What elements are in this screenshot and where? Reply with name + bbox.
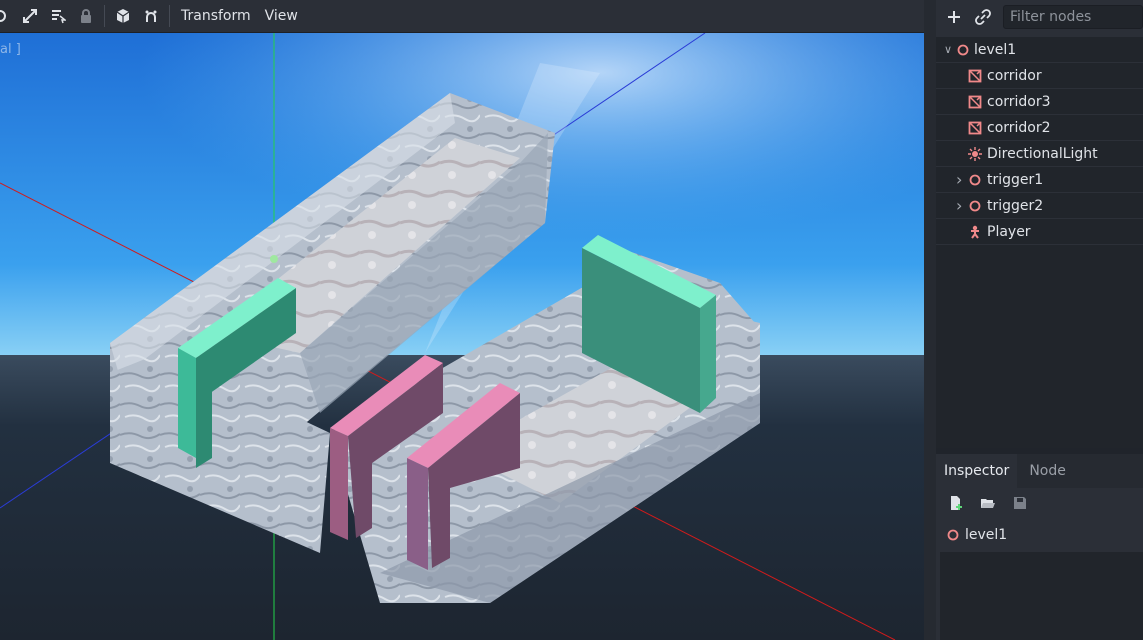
snap-icon: [145, 10, 157, 22]
mesh-instance-icon: [968, 121, 982, 135]
scale-tool-button[interactable]: [16, 2, 44, 30]
inspector-dock: Inspector Node level1: [936, 454, 1143, 640]
tree-item-label: Player: [987, 223, 1031, 240]
load-resource-button[interactable]: [972, 489, 1004, 517]
tree-item-player[interactable]: Player: [936, 219, 1143, 245]
tab-node[interactable]: Node: [1017, 454, 1074, 488]
view-menu[interactable]: View: [258, 0, 305, 33]
transform-menu[interactable]: Transform: [174, 0, 258, 33]
snap-button[interactable]: [137, 2, 165, 30]
tree-item-directionallight[interactable]: DirectionalLight: [936, 141, 1143, 167]
tab-inspector[interactable]: Inspector: [936, 454, 1018, 488]
toolbar-separator: [104, 5, 105, 27]
inspector-tabs: Inspector Node: [936, 454, 1143, 488]
add-node-button[interactable]: [940, 3, 969, 31]
light-icon: [968, 146, 982, 161]
lock-icon: [81, 9, 91, 23]
chevron-right-icon[interactable]: ›: [956, 170, 966, 189]
save-icon: [1014, 497, 1026, 509]
node-circle-icon: [968, 199, 982, 213]
view-mode-label[interactable]: al ]: [0, 42, 21, 57]
tree-item-label: level1: [974, 41, 1017, 58]
link-icon: [974, 8, 991, 25]
filter-nodes-input[interactable]: [1003, 4, 1143, 29]
instance-scene-button[interactable]: [969, 3, 998, 31]
toolbar-separator: [169, 5, 170, 27]
new-resource-icon: [951, 496, 962, 510]
inspector-properties: [940, 552, 1143, 640]
local-space-button[interactable]: [109, 2, 137, 30]
tree-item-label: corridor2: [987, 119, 1051, 136]
tree-item-corridor2[interactable]: corridor2: [936, 115, 1143, 141]
scale-icon: [23, 9, 37, 23]
rotate-tool-button[interactable]: [0, 2, 12, 30]
tree-item-level1[interactable]: ∨ level1: [936, 37, 1143, 63]
mesh-instance-icon: [968, 69, 982, 83]
open-folder-icon: [981, 499, 995, 508]
player-icon: [968, 225, 982, 239]
dock-splitter[interactable]: [924, 0, 936, 640]
tree-item-label: corridor: [987, 67, 1042, 84]
scene-tree: ∨ level1 corridor corridor3 corridor2 Directi…: [936, 37, 1143, 448]
rotate-icon: [0, 10, 6, 22]
tree-item-corridor3[interactable]: corridor3: [936, 89, 1143, 115]
plus-icon: [948, 10, 961, 23]
3d-viewport[interactable]: al ]: [0, 33, 924, 640]
scene-dock: ∨ level1 corridor corridor3 corridor2 Directi…: [936, 0, 1143, 448]
node-circle-icon: [946, 528, 960, 542]
tree-item-trigger2[interactable]: › trigger2: [936, 193, 1143, 219]
viewport-toolbar: Transform View: [0, 0, 924, 33]
list-select-icon: [52, 10, 66, 24]
inspected-object[interactable]: level1: [936, 518, 1143, 552]
chevron-down-icon[interactable]: ∨: [944, 43, 954, 56]
chevron-right-icon[interactable]: ›: [956, 196, 966, 215]
player-gizmo[interactable]: [270, 255, 278, 263]
scene-toolbar: [936, 0, 1143, 33]
tree-item-label: trigger1: [987, 171, 1044, 188]
save-resource-button[interactable]: [1004, 489, 1036, 517]
new-resource-button[interactable]: [940, 489, 972, 517]
list-select-button[interactable]: [44, 2, 72, 30]
inspected-object-label: level1: [965, 527, 1008, 543]
tree-item-trigger1[interactable]: › trigger1: [936, 167, 1143, 193]
tree-item-label: DirectionalLight: [987, 145, 1098, 162]
tree-item-label: corridor3: [987, 93, 1051, 110]
cube-icon: [116, 9, 130, 23]
node-circle-icon: [956, 43, 970, 57]
tree-item-label: trigger2: [987, 197, 1044, 214]
tree-item-corridor[interactable]: corridor: [936, 63, 1143, 89]
node-circle-icon: [968, 173, 982, 187]
inspector-toolbar: [936, 488, 1143, 518]
mesh-instance-icon: [968, 95, 982, 109]
lock-button[interactable]: [72, 2, 100, 30]
